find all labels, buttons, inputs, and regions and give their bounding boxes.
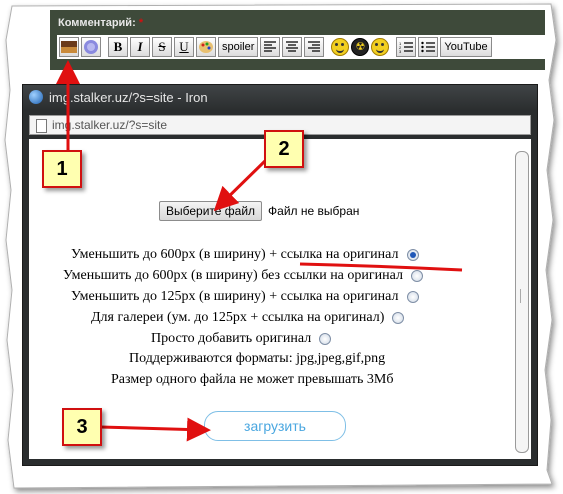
image-icon (61, 41, 77, 53)
numbered-list-button[interactable]: 123 (396, 37, 417, 57)
youtube-button[interactable]: YouTube (440, 37, 492, 57)
required-mark: * (138, 17, 144, 29)
numbered-list-icon: 123 (399, 41, 414, 53)
strike-button[interactable]: S (152, 37, 172, 57)
scrollbar-grip[interactable] (520, 289, 527, 303)
choose-file-button[interactable]: Выберите файл (159, 201, 263, 221)
align-left-button[interactable] (260, 37, 281, 57)
radio-600-link[interactable] (406, 249, 419, 261)
align-right-button[interactable] (304, 37, 325, 57)
smiley-icon[interactable] (331, 38, 350, 56)
popup-content: Выберите файл Файл не выбран Уменьшить д… (29, 139, 531, 459)
resize-option-600-link[interactable]: Уменьшить до 600px (в ширину) + ссылка н… (71, 247, 419, 263)
bold-button[interactable]: B (108, 37, 128, 57)
svg-text:3: 3 (399, 49, 402, 53)
resize-option-125-link[interactable]: Уменьшить до 125px (в ширину) + ссылка н… (71, 289, 419, 305)
size-limit-text: Размер одного файла не может превышать 3… (111, 372, 394, 387)
radio-gallery[interactable] (392, 312, 405, 324)
supported-formats-text: Поддерживаются форматы: jpg,jpeg,gif,png (129, 351, 386, 366)
smiley-grin-icon[interactable] (371, 38, 390, 56)
palette-icon (199, 41, 213, 53)
globe-link-icon (84, 40, 98, 54)
align-center-icon (286, 41, 299, 52)
italic-button[interactable]: I (130, 37, 150, 57)
insert-image-button[interactable] (59, 37, 79, 57)
original-option[interactable]: Просто добавить оригинал (151, 331, 332, 347)
align-left-icon (264, 41, 277, 52)
callout-3: 3 (62, 408, 102, 446)
insert-link-button[interactable] (81, 37, 101, 57)
window-title: img.stalker.uz/?s=site - Iron (49, 90, 208, 105)
address-text: img.stalker.uz/?s=site (52, 118, 168, 132)
option-label: Уменьшить до 600px (в ширину) + ссылка н… (71, 247, 399, 262)
align-center-button[interactable] (282, 37, 303, 57)
option-label: Просто добавить оригинал (151, 331, 312, 346)
radio-125-link[interactable] (406, 291, 419, 303)
resize-option-600-nolink[interactable]: Уменьшить до 600px (в ширину) без ссылки… (63, 268, 423, 284)
file-status-text: Файл не выбран (268, 204, 360, 218)
bullet-list-icon (421, 41, 436, 53)
radio-600-nolink[interactable] (410, 270, 423, 282)
upload-button[interactable]: загрузить (204, 411, 346, 441)
browser-globe-icon (29, 90, 43, 104)
gallery-option[interactable]: Для галереи (ум. до 125px + ссылка на ор… (91, 310, 405, 326)
spoiler-button[interactable]: spoiler (218, 37, 259, 57)
comment-label-text: Комментарий: (58, 17, 136, 29)
file-picker-row: Выберите файл Файл не выбран (159, 201, 359, 221)
option-label: Уменьшить до 600px (в ширину) без ссылки… (63, 268, 403, 283)
align-right-icon (308, 41, 321, 52)
page-icon (36, 119, 47, 133)
callout-2: 2 (264, 130, 304, 168)
bullet-list-button[interactable] (418, 37, 439, 57)
window-title-bar: img.stalker.uz/?s=site - Iron (23, 85, 537, 111)
underline-button[interactable]: U (174, 37, 194, 57)
radio-original[interactable] (319, 333, 332, 345)
radiation-icon[interactable]: ☢ (351, 38, 370, 56)
callout-1: 1 (42, 150, 82, 188)
option-label: Уменьшить до 125px (в ширину) + ссылка н… (71, 289, 399, 304)
option-label: Для галереи (ум. до 125px + ссылка на ор… (91, 310, 385, 325)
comment-label: Комментарий: * (58, 17, 143, 29)
bbcode-toolbar: B I S U spoiler ☢ 123 YouTube (57, 35, 545, 59)
color-palette-button[interactable] (196, 37, 216, 57)
